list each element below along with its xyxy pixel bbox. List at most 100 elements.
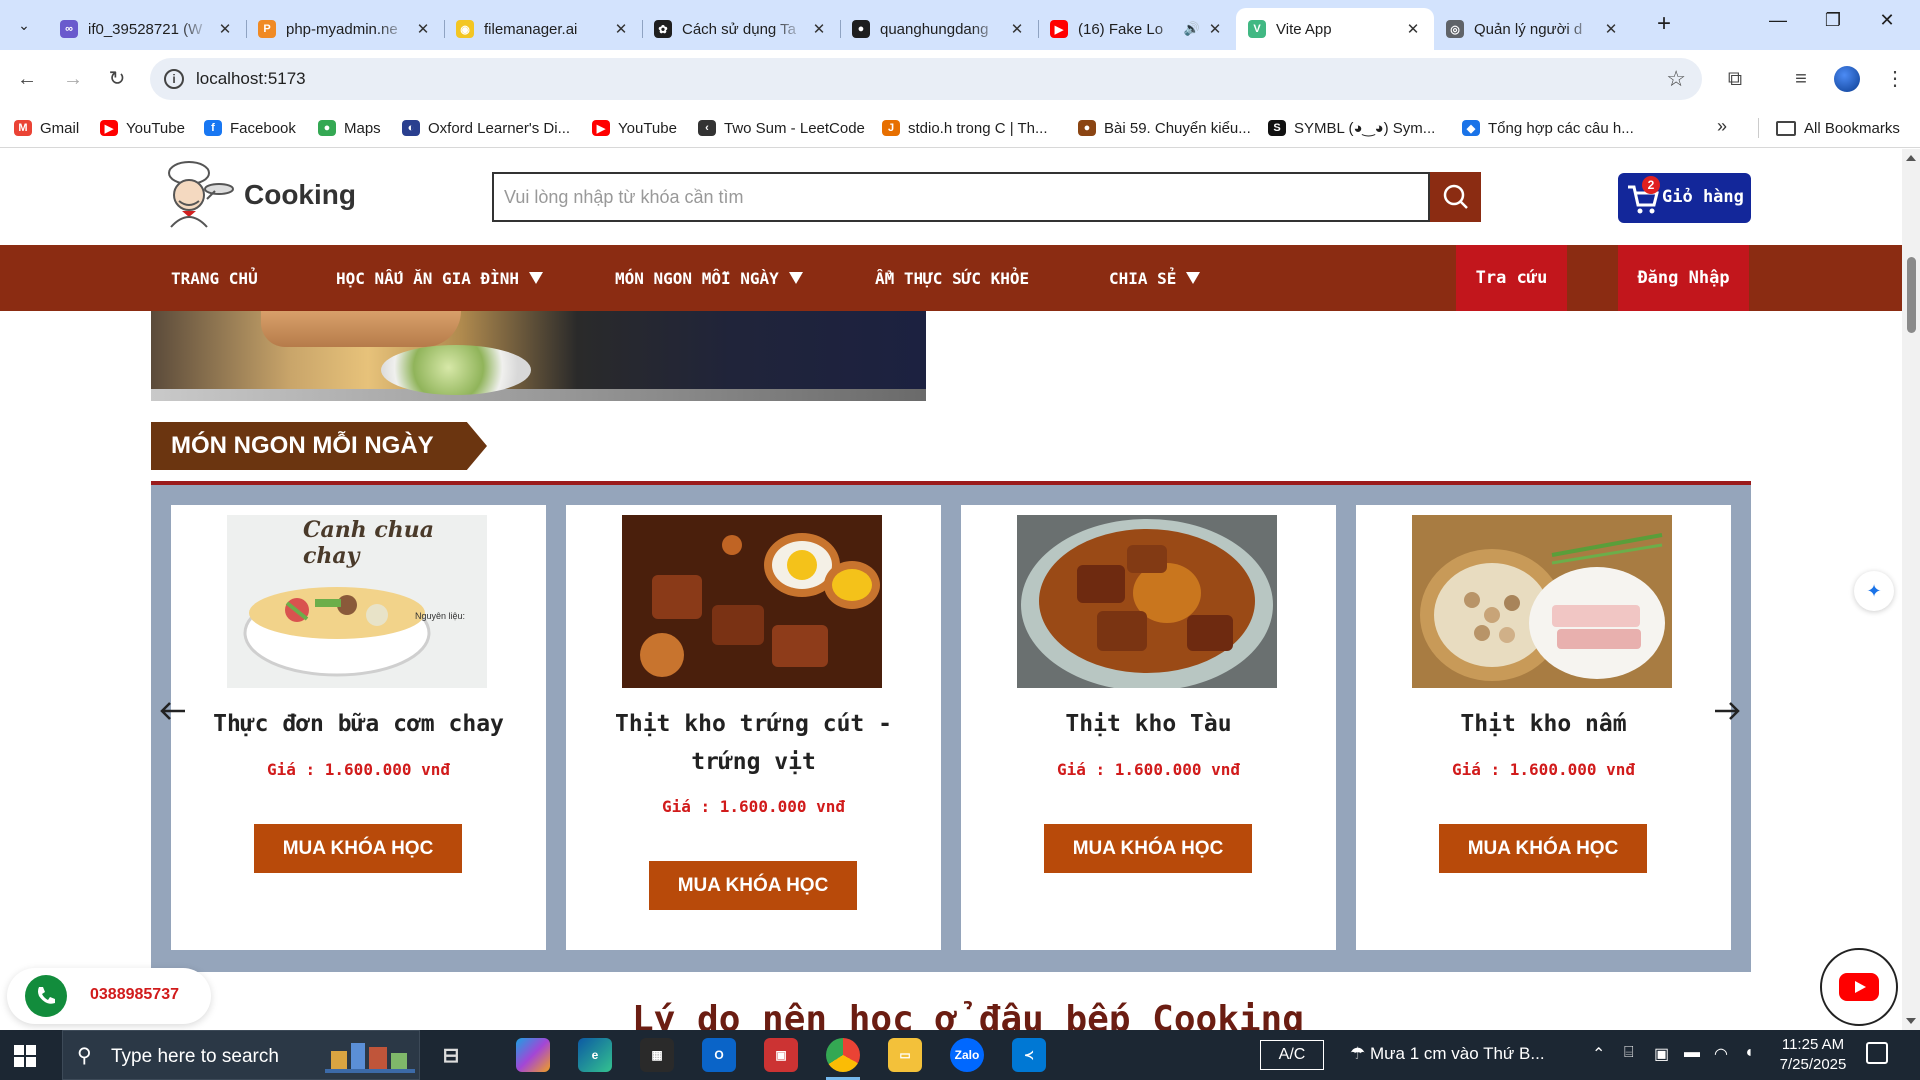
carousel-next-button[interactable]: [1707, 691, 1747, 731]
all-bookmarks-button[interactable]: All Bookmarks: [1776, 108, 1900, 148]
bookmark-item[interactable]: ◐ Oxford Learner's Di...: [402, 108, 570, 148]
chrome-icon[interactable]: [826, 1038, 860, 1080]
taskbar-search-box[interactable]: ⚲ Type here to search: [62, 1030, 420, 1080]
scroll-down-arrow-icon[interactable]: [1906, 1018, 1916, 1024]
file-explorer-icon[interactable]: ▭: [888, 1038, 922, 1072]
zalo-icon[interactable]: Zalo: [950, 1038, 984, 1072]
forward-button[interactable]: →: [58, 64, 88, 94]
media-control-icon[interactable]: ≡: [1786, 64, 1816, 94]
ac-indicator[interactable]: A/C: [1260, 1040, 1324, 1070]
copilot-icon[interactable]: [516, 1038, 550, 1072]
login-button[interactable]: Đăng Nhập: [1618, 245, 1749, 311]
nav-item-home-cooking[interactable]: HỌC NẤU ĂN GIA ĐÌNH: [336, 245, 544, 311]
buy-course-button[interactable]: MUA KHÓA HỌC: [254, 824, 462, 873]
chevron-up-icon[interactable]: ⌃: [1592, 1044, 1605, 1064]
meet-now-icon[interactable]: ⌸: [1624, 1044, 1634, 1062]
profile-avatar[interactable]: [1834, 66, 1860, 92]
scroll-thumb[interactable]: [1907, 257, 1916, 333]
scroll-up-arrow-icon[interactable]: [1906, 155, 1916, 161]
browser-tab[interactable]: ∞ if0_39528721 (W ✕: [48, 8, 246, 50]
notification-icon[interactable]: [1866, 1042, 1888, 1064]
browser-tab[interactable]: ✿ Cách sử dụng Ta ✕: [642, 8, 840, 50]
vscode-icon[interactable]: ≺: [1012, 1038, 1046, 1072]
dish-title[interactable]: Thịt kho trứng cút - trứng vịt: [576, 705, 931, 781]
close-tab-icon[interactable]: ✕: [1008, 20, 1026, 38]
bookmark-item[interactable]: ▶ YouTube: [100, 108, 185, 148]
edge-icon[interactable]: e: [578, 1038, 612, 1072]
bookmark-item[interactable]: ● Bài 59. Chuyển kiểu...: [1078, 108, 1251, 148]
bookmark-item[interactable]: M Gmail: [14, 108, 79, 148]
chevron-double-right-icon[interactable]: »: [1717, 116, 1727, 137]
taskbar-clock[interactable]: 11:25 AM 7/25/2025: [1772, 1035, 1854, 1075]
buy-course-button[interactable]: MUA KHÓA HỌC: [1439, 824, 1647, 873]
address-bar[interactable]: i localhost:5173 ☆: [150, 58, 1702, 100]
restore-button[interactable]: ❐: [1810, 10, 1856, 38]
chef-logo-icon[interactable]: [155, 159, 235, 229]
weather-widget[interactable]: ☂ Mưa 1 cm vào Thứ B...: [1350, 1044, 1545, 1064]
reload-button[interactable]: ↻: [102, 64, 132, 94]
close-tab-icon[interactable]: ✕: [810, 20, 828, 38]
buy-course-button[interactable]: MUA KHÓA HỌC: [649, 861, 857, 910]
back-button[interactable]: ←: [12, 64, 42, 94]
browser-tab[interactable]: ▶ (16) Fake Lo 🔊 ✕: [1038, 8, 1236, 50]
bookmark-item[interactable]: ▶ YouTube: [592, 108, 677, 148]
cart-button[interactable]: 2 Giỏ hàng: [1618, 173, 1751, 223]
extensions-icon[interactable]: ⧉: [1720, 64, 1750, 94]
bookmark-item[interactable]: ◆ Tổng hợp các câu h...: [1462, 108, 1634, 148]
minimize-button[interactable]: —: [1755, 10, 1801, 38]
buy-course-button[interactable]: MUA KHÓA HỌC: [1044, 824, 1252, 873]
ai-assist-button[interactable]: ✦: [1854, 571, 1894, 611]
app-icon[interactable]: ▣: [764, 1038, 798, 1072]
browser-tab[interactable]: ◉ filemanager.ai ✕: [444, 8, 642, 50]
close-tab-icon[interactable]: ✕: [1206, 20, 1224, 38]
screen-icon[interactable]: ▣: [1654, 1044, 1669, 1064]
site-info-icon[interactable]: i: [164, 69, 184, 89]
more-menu-icon[interactable]: ⋮: [1880, 64, 1910, 94]
close-tab-icon[interactable]: ✕: [612, 20, 630, 38]
site-search-button[interactable]: [1430, 172, 1481, 222]
task-view-icon[interactable]: ⊟: [434, 1038, 468, 1072]
dish-title[interactable]: Thịt kho nấm: [1366, 705, 1721, 743]
dish-title[interactable]: Thịt kho Tàu: [971, 705, 1326, 743]
outlook-icon[interactable]: O: [702, 1038, 736, 1072]
browser-tab[interactable]: V Vite App ✕: [1236, 8, 1434, 50]
nav-item-home[interactable]: TRANG CHỦ: [171, 245, 258, 311]
windows-start-button[interactable]: [14, 1045, 36, 1067]
wifi-icon[interactable]: ◠: [1714, 1044, 1728, 1064]
site-logo-text[interactable]: Cooking: [244, 179, 356, 211]
nav-item-daily-dishes[interactable]: MÓN NGON MỖI NGÀY: [615, 245, 803, 311]
close-tab-icon[interactable]: ✕: [414, 20, 432, 38]
hotline-number[interactable]: 0388985737: [90, 986, 179, 1004]
new-tab-button[interactable]: +: [1650, 12, 1678, 38]
microsoft-store-icon[interactable]: ▦: [640, 1038, 674, 1072]
bookmark-item[interactable]: ● Maps: [318, 108, 381, 148]
browser-tab[interactable]: Pphp-myadmin.ne ✕: [246, 8, 444, 50]
tab-search-button[interactable]: ⌄: [10, 12, 38, 38]
bookmark-item[interactable]: ‹ Two Sum - LeetCode: [698, 108, 865, 148]
dish-image-canh-chua-chay[interactable]: Canh chua chay Nguyên liệu:: [227, 515, 487, 688]
hotline-widget[interactable]: 0388985737: [7, 968, 211, 1024]
volume-icon[interactable]: ◖: [1744, 1044, 1754, 1062]
bookmark-star-icon[interactable]: ☆: [1666, 66, 1686, 92]
browser-tab[interactable]: ● quanghungdang ✕: [840, 8, 1038, 50]
carousel-prev-button[interactable]: [153, 691, 193, 731]
close-tab-icon[interactable]: ✕: [1404, 20, 1422, 38]
dish-title[interactable]: Thực đơn bữa cơm chay: [181, 705, 536, 743]
nav-item-healthy-food[interactable]: ẨM THỰC SỨC KHỎE: [875, 245, 1029, 311]
close-tab-icon[interactable]: ✕: [216, 20, 234, 38]
bookmark-item[interactable]: Jstdio.h trong C | Th...: [882, 108, 1048, 148]
close-window-button[interactable]: ✕: [1864, 10, 1910, 38]
site-search-input[interactable]: [494, 174, 1428, 220]
lookup-button[interactable]: Tra cứu: [1456, 245, 1567, 311]
bookmark-item[interactable]: f Facebook: [204, 108, 296, 148]
dish-image-thit-kho-nam[interactable]: [1412, 515, 1672, 688]
dish-image-thit-kho-trung-cut[interactable]: [622, 515, 882, 688]
battery-icon[interactable]: ▬: [1684, 1044, 1700, 1062]
browser-tab[interactable]: ◎ Quản lý người d ✕: [1434, 8, 1632, 50]
bookmark-item[interactable]: S SYMBL (◕‿◕) Sym...: [1268, 108, 1435, 148]
speaker-icon[interactable]: 🔊: [1184, 21, 1200, 37]
page-scrollbar[interactable]: [1902, 149, 1920, 1030]
dish-image-thit-kho-tau[interactable]: [1017, 515, 1277, 688]
close-tab-icon[interactable]: ✕: [1602, 20, 1620, 38]
youtube-float-button[interactable]: [1820, 948, 1898, 1026]
